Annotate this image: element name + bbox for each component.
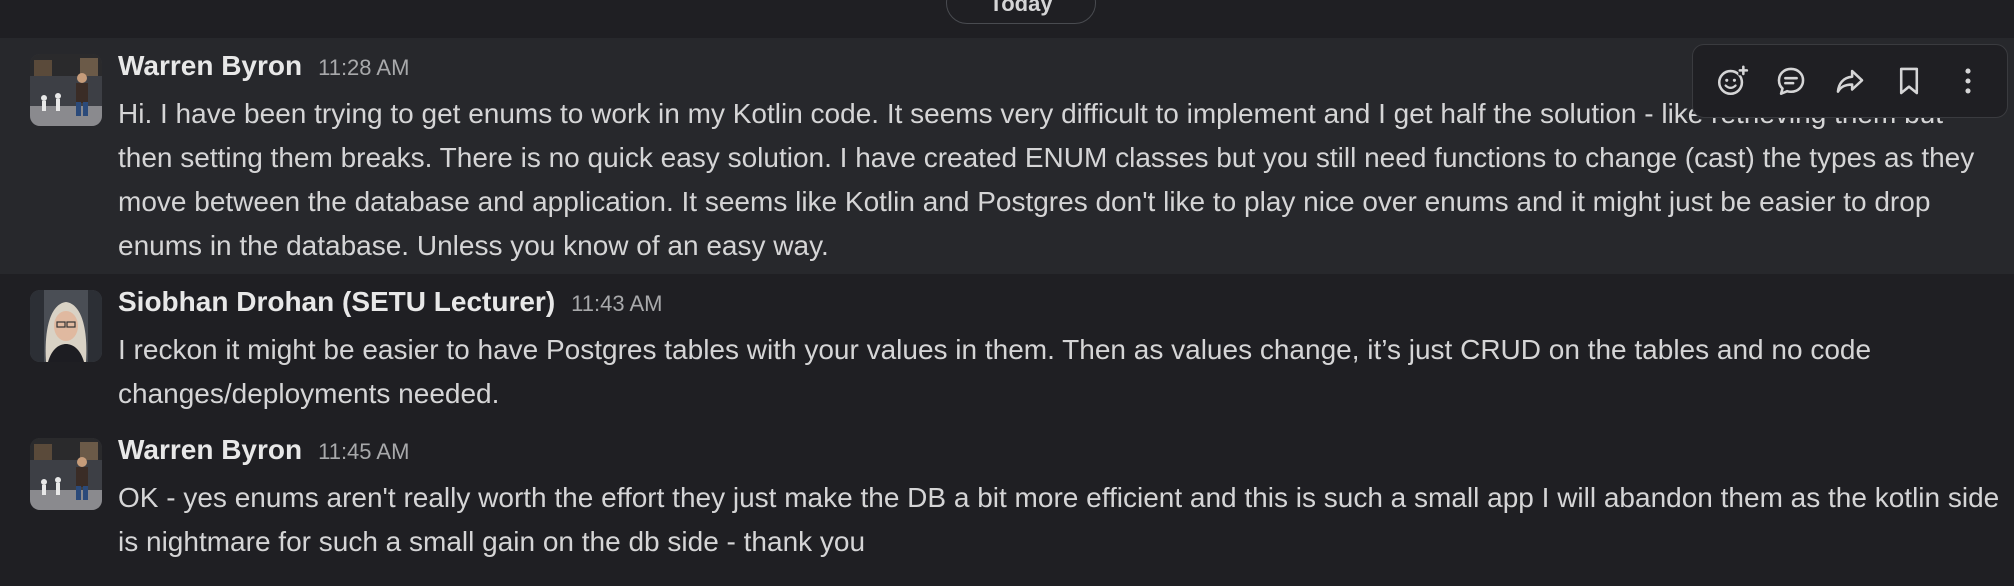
add-reaction-icon: [1718, 65, 1749, 96]
avatar-image: [30, 438, 102, 510]
message-header: Warren Byron 11:45 AM: [118, 434, 409, 466]
date-divider: Today: [0, 0, 2014, 38]
add-reaction-button[interactable]: [1707, 56, 1757, 106]
message-item[interactable]: Warren Byron 11:28 AM Hi. I have been tr…: [0, 38, 2014, 274]
avatar[interactable]: [30, 54, 102, 126]
timestamp[interactable]: 11:45 AM: [318, 439, 409, 465]
message-item[interactable]: Siobhan Drohan (SETU Lecturer) 11:43 AM …: [0, 274, 2014, 422]
save-for-later-button[interactable]: [1884, 56, 1934, 106]
message-text: Hi. I have been trying to get enums to w…: [118, 98, 1975, 261]
message-header: Warren Byron 11:28 AM: [118, 50, 409, 82]
message-item[interactable]: Warren Byron 11:45 AM OK - yes enums are…: [0, 422, 2014, 586]
author-name[interactable]: Warren Byron: [118, 434, 302, 466]
timestamp[interactable]: 11:28 AM: [318, 55, 409, 81]
message-pane: Today Warren Byron 11:28 AM Hi. I have b…: [0, 0, 2014, 586]
reply-in-thread-icon: [1777, 67, 1805, 96]
message-header: Siobhan Drohan (SETU Lecturer) 11:43 AM: [118, 286, 662, 318]
reply-in-thread-button[interactable]: [1766, 56, 1816, 106]
author-name[interactable]: Warren Byron: [118, 50, 302, 82]
message-text: I reckon it might be easier to have Post…: [118, 334, 1872, 409]
share-message-icon: [1836, 69, 1864, 93]
avatar[interactable]: [30, 438, 102, 510]
avatar[interactable]: [30, 290, 102, 362]
bookmark-icon: [1899, 67, 1918, 95]
message-text: OK - yes enums aren't really worth the e…: [118, 482, 2000, 557]
timestamp[interactable]: 11:43 AM: [571, 291, 662, 317]
avatar-image: [30, 290, 102, 362]
message-actions-toolbar: [1692, 44, 2008, 118]
share-message-button[interactable]: [1825, 56, 1875, 106]
more-vertical-icon: [1965, 68, 1971, 94]
date-divider-pill[interactable]: Today: [946, 0, 1096, 24]
author-name[interactable]: Siobhan Drohan (SETU Lecturer): [118, 286, 555, 318]
more-actions-button[interactable]: [1943, 56, 1993, 106]
date-divider-label: Today: [989, 0, 1053, 16]
avatar-image: [30, 54, 102, 126]
